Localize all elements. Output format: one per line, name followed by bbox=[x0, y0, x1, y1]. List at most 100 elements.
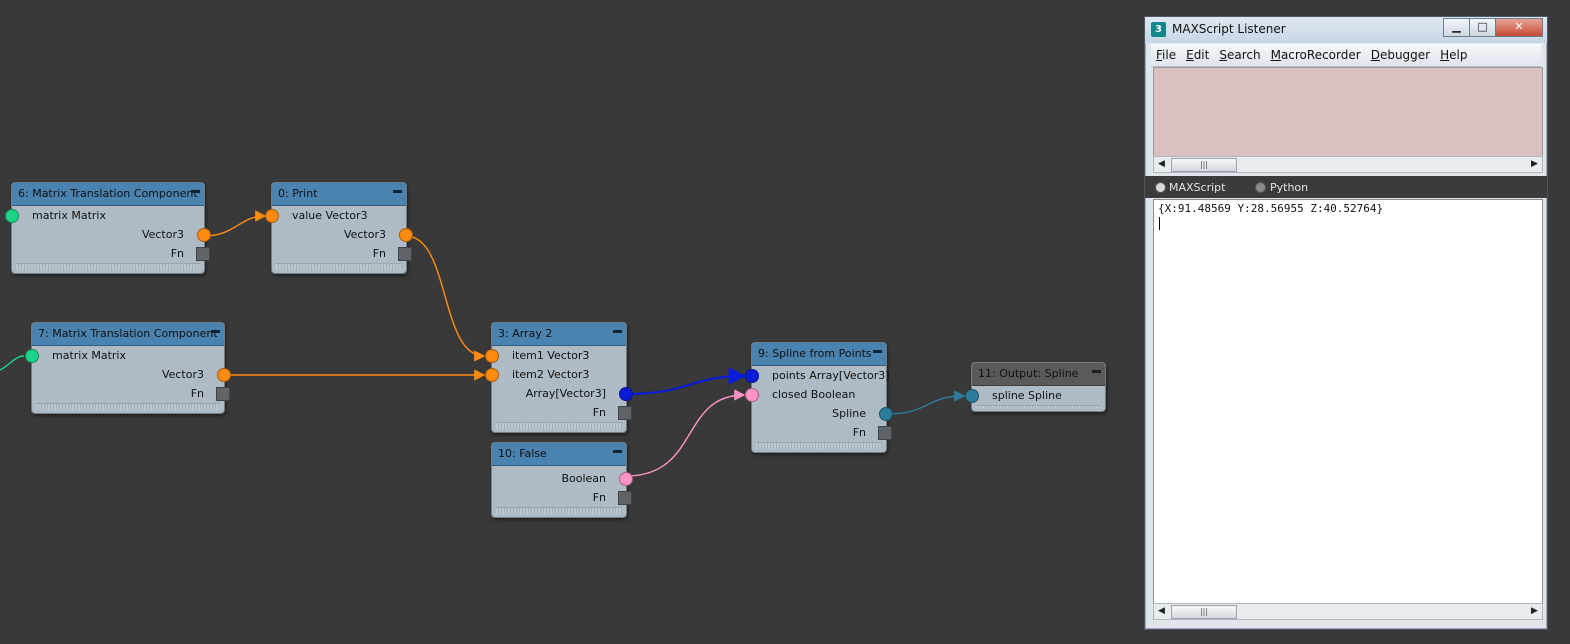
resize-grip[interactable] bbox=[496, 422, 622, 429]
output-port-row: Spline bbox=[752, 404, 893, 423]
menu-help[interactable]: Help bbox=[1435, 44, 1472, 62]
node-title: 11: Output: Spline bbox=[978, 367, 1079, 380]
node-array-3[interactable]: 3: Array 2 item1 Vector3 item2 Vector3 A… bbox=[485, 322, 633, 433]
output-port-row: Vector3 bbox=[272, 225, 413, 244]
window-title: MAXScript Listener bbox=[1172, 22, 1286, 36]
port-label: Fn bbox=[190, 387, 204, 400]
menu-debugger[interactable]: Debugger bbox=[1366, 44, 1435, 62]
spline-port[interactable] bbox=[965, 389, 979, 403]
macro-recorder-pane[interactable] bbox=[1153, 67, 1543, 158]
app-icon[interactable]: 3 bbox=[1151, 22, 1166, 37]
wire-9-to-11-spline[interactable] bbox=[885, 390, 966, 415]
menu-bar: File Edit Search MacroRecorder Debugger Help bbox=[1151, 44, 1541, 67]
vector3-port[interactable] bbox=[265, 209, 279, 223]
fn-port-row: Fn bbox=[32, 384, 230, 403]
scroll-thumb[interactable]: ||| bbox=[1171, 158, 1237, 172]
port-label: item2 Vector3 bbox=[512, 368, 590, 381]
resize-grip[interactable] bbox=[496, 507, 622, 514]
wire-0-to-3-item1[interactable] bbox=[405, 235, 486, 362]
maxscript-label[interactable]: MAXScript bbox=[1169, 181, 1225, 194]
scroll-left-icon[interactable]: ◀ bbox=[1154, 157, 1169, 172]
boolean-port[interactable] bbox=[619, 472, 633, 486]
scroll-left-icon[interactable]: ◀ bbox=[1154, 604, 1169, 619]
fn-port[interactable] bbox=[216, 387, 230, 401]
matrix-port[interactable] bbox=[25, 349, 39, 363]
node-header[interactable]: 6: Matrix Translation Component bbox=[12, 183, 204, 206]
wire-6-to-0[interactable] bbox=[203, 210, 267, 237]
node-header[interactable]: 3: Array 2 bbox=[492, 323, 626, 346]
node-output-spline-11[interactable]: 11: Output: Spline spline Spline bbox=[965, 362, 1106, 412]
fn-port-row: Fn bbox=[272, 244, 412, 263]
minimize-icon[interactable]: ▁ bbox=[1443, 18, 1470, 37]
minimize-icon[interactable] bbox=[191, 190, 200, 193]
node-title: 0: Print bbox=[278, 187, 318, 200]
scroll-thumb[interactable]: ||| bbox=[1171, 605, 1237, 619]
vector3-port[interactable] bbox=[217, 368, 231, 382]
vector3-port[interactable] bbox=[485, 349, 499, 363]
array-port[interactable] bbox=[619, 387, 633, 401]
fn-port[interactable] bbox=[878, 426, 892, 440]
fn-port[interactable] bbox=[618, 491, 632, 505]
minimize-icon[interactable] bbox=[393, 190, 402, 193]
output-pane-scrollbar[interactable]: ◀ ||| ▶ bbox=[1153, 603, 1543, 620]
scroll-right-icon[interactable]: ▶ bbox=[1527, 604, 1542, 619]
wire-3-to-9-points[interactable] bbox=[625, 367, 747, 396]
resize-grip[interactable] bbox=[16, 263, 200, 270]
maximize-icon[interactable]: □ bbox=[1469, 18, 1496, 37]
python-radio[interactable] bbox=[1255, 182, 1266, 193]
input-port-row: matrix Matrix bbox=[25, 346, 224, 365]
minimize-icon[interactable] bbox=[873, 350, 882, 353]
node-matrix-translation-7[interactable]: 7: Matrix Translation Component matrix M… bbox=[25, 322, 231, 414]
node-false-10[interactable]: 10: False Boolean Fn bbox=[491, 442, 633, 518]
resize-grip[interactable] bbox=[36, 403, 220, 410]
node-header[interactable]: 0: Print bbox=[272, 183, 406, 206]
menu-file[interactable]: File bbox=[1151, 44, 1181, 62]
vector3-port[interactable] bbox=[197, 228, 211, 242]
resize-grip[interactable] bbox=[756, 442, 882, 449]
node-matrix-translation-6[interactable]: 6: Matrix Translation Component matrix M… bbox=[5, 182, 211, 274]
menu-edit[interactable]: Edit bbox=[1181, 44, 1214, 62]
listener-output-pane[interactable]: {X:91.48569 Y:28.56955 Z:40.52764} bbox=[1153, 199, 1543, 605]
resize-grip[interactable] bbox=[276, 263, 402, 270]
minimize-icon[interactable] bbox=[211, 330, 220, 333]
title-bar[interactable]: 3 MAXScript Listener ▁ □ ✕ bbox=[1145, 17, 1547, 43]
input-port-row: points Array[Vector3] bbox=[745, 366, 890, 385]
maxscript-radio[interactable] bbox=[1155, 182, 1166, 193]
port-label: Fn bbox=[592, 491, 606, 504]
output-text: {X:91.48569 Y:28.56955 Z:40.52764} bbox=[1158, 202, 1384, 215]
array-port[interactable] bbox=[745, 369, 759, 383]
menu-macrorecorder[interactable]: MacroRecorder bbox=[1266, 44, 1366, 62]
node-header[interactable]: 10: False bbox=[492, 443, 626, 466]
spline-port[interactable] bbox=[879, 407, 893, 421]
node-header[interactable]: 9: Spline from Points bbox=[752, 343, 886, 366]
minimize-icon[interactable] bbox=[1092, 370, 1101, 373]
port-label: Vector3 bbox=[141, 228, 184, 241]
fn-port[interactable] bbox=[618, 406, 632, 420]
vector3-port[interactable] bbox=[399, 228, 413, 242]
minimize-icon[interactable] bbox=[613, 330, 622, 333]
fn-port[interactable] bbox=[398, 247, 412, 261]
matrix-port[interactable] bbox=[5, 209, 19, 223]
resize-grip[interactable] bbox=[976, 405, 1101, 408]
maxscript-listener-window[interactable]: 3 MAXScript Listener ▁ □ ✕ File Edit Searc… bbox=[1144, 16, 1548, 630]
python-label[interactable]: Python bbox=[1270, 181, 1308, 194]
port-label: Vector3 bbox=[161, 368, 204, 381]
node-print-0[interactable]: 0: Print value Vector3 Vector3 Fn bbox=[265, 182, 413, 274]
scroll-right-icon[interactable]: ▶ bbox=[1527, 157, 1542, 172]
node-header[interactable]: 7: Matrix Translation Component bbox=[32, 323, 224, 346]
node-spline-from-points-9[interactable]: 9: Spline from Points points Array[Vecto… bbox=[745, 342, 893, 453]
port-label: matrix Matrix bbox=[52, 349, 126, 362]
close-icon[interactable]: ✕ bbox=[1495, 18, 1543, 37]
macro-pane-scrollbar[interactable]: ◀ ||| ▶ bbox=[1153, 156, 1543, 173]
output-port-row: Vector3 bbox=[12, 225, 211, 244]
menu-search[interactable]: Search bbox=[1214, 44, 1265, 62]
vector3-port[interactable] bbox=[485, 368, 499, 382]
fn-port[interactable] bbox=[196, 247, 210, 261]
fn-port-row: Fn bbox=[12, 244, 210, 263]
minimize-icon[interactable] bbox=[613, 450, 622, 453]
boolean-port[interactable] bbox=[745, 388, 759, 402]
wire-incoming-matrix[interactable] bbox=[0, 355, 25, 371]
port-label: Fn bbox=[372, 247, 386, 260]
node-header[interactable]: 11: Output: Spline bbox=[972, 363, 1105, 386]
wire-10-to-9-closed[interactable] bbox=[625, 389, 746, 477]
